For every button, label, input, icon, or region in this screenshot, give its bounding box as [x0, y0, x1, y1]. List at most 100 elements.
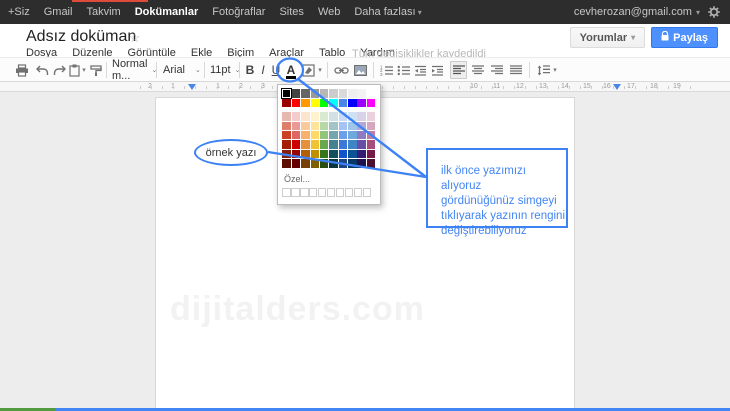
color-swatch[interactable]	[311, 122, 320, 131]
color-swatch[interactable]	[339, 159, 348, 168]
custom-color-link[interactable]: Özel...	[284, 174, 376, 184]
undo-icon[interactable]	[34, 61, 50, 79]
color-swatch[interactable]	[329, 150, 338, 159]
document-title[interactable]: Adsız doküman	[26, 28, 136, 46]
color-swatch[interactable]	[311, 159, 320, 168]
topbar-item[interactable]: Dokümanlar	[135, 6, 199, 18]
color-swatch[interactable]	[367, 99, 376, 108]
color-swatch[interactable]	[320, 99, 329, 108]
color-swatch[interactable]	[282, 131, 291, 140]
color-swatch[interactable]	[292, 131, 301, 140]
color-swatch[interactable]	[311, 99, 320, 108]
color-swatch[interactable]	[329, 89, 338, 98]
custom-color-slot[interactable]	[309, 188, 317, 197]
color-swatch[interactable]	[348, 131, 357, 140]
settings-gear-icon[interactable]	[704, 3, 724, 21]
insert-link-icon[interactable]	[332, 61, 350, 79]
color-swatch[interactable]	[292, 140, 301, 149]
bulleted-list-icon[interactable]	[395, 61, 411, 79]
color-swatch[interactable]	[320, 89, 329, 98]
color-swatch[interactable]	[320, 112, 329, 121]
styles-dropdown[interactable]: Normal m...⌄	[112, 61, 154, 79]
italic-button[interactable]: I	[258, 61, 268, 79]
color-swatch[interactable]	[301, 150, 310, 159]
topbar-item[interactable]: Daha fazlası ▾	[354, 6, 421, 18]
color-swatch[interactable]	[357, 159, 366, 168]
color-swatch[interactable]	[348, 150, 357, 159]
color-swatch[interactable]	[348, 89, 357, 98]
color-swatch[interactable]	[329, 112, 338, 121]
decrease-indent-icon[interactable]	[412, 61, 428, 79]
topbar-item[interactable]: Sites	[279, 6, 303, 18]
color-swatch[interactable]	[348, 112, 357, 121]
font-size-dropdown[interactable]: 11pt⌄	[210, 61, 236, 79]
align-left-button[interactable]	[450, 61, 467, 79]
color-swatch[interactable]	[329, 122, 338, 131]
numbered-list-icon[interactable]: 123	[378, 61, 394, 79]
spacing-caret-icon[interactable]: ▾	[551, 61, 559, 79]
color-swatch[interactable]	[301, 122, 310, 131]
custom-color-slot[interactable]	[300, 188, 308, 197]
color-swatch[interactable]	[367, 89, 376, 98]
color-swatch[interactable]	[339, 122, 348, 131]
color-swatch[interactable]	[282, 159, 291, 168]
color-swatch[interactable]	[301, 140, 310, 149]
account-email[interactable]: cevherozan@gmail.com	[574, 6, 692, 18]
color-swatch[interactable]	[301, 159, 310, 168]
custom-color-slot[interactable]	[291, 188, 299, 197]
color-swatch[interactable]	[348, 159, 357, 168]
right-margin-marker[interactable]	[613, 84, 621, 90]
color-swatch[interactable]	[348, 122, 357, 131]
color-swatch[interactable]	[329, 140, 338, 149]
color-swatch[interactable]	[357, 150, 366, 159]
color-swatch[interactable]	[367, 140, 376, 149]
color-swatch[interactable]	[348, 99, 357, 108]
color-swatch[interactable]	[348, 140, 357, 149]
color-swatch[interactable]	[339, 140, 348, 149]
color-swatch[interactable]	[292, 122, 301, 131]
color-swatch[interactable]	[357, 112, 366, 121]
color-swatch[interactable]	[329, 99, 338, 108]
color-swatch[interactable]	[301, 89, 310, 98]
color-swatch[interactable]	[282, 99, 291, 108]
color-swatch[interactable]	[282, 112, 291, 121]
custom-color-slot[interactable]	[336, 188, 344, 197]
topbar-item[interactable]: Gmail	[44, 6, 73, 18]
star-icon[interactable]: ☆	[129, 30, 141, 46]
color-swatch[interactable]	[320, 150, 329, 159]
color-swatch[interactable]	[311, 112, 320, 121]
color-swatch[interactable]	[311, 140, 320, 149]
increase-indent-icon[interactable]	[429, 61, 445, 79]
custom-color-slot[interactable]	[318, 188, 326, 197]
font-dropdown[interactable]: Arial⌄	[163, 61, 199, 79]
color-swatch[interactable]	[292, 89, 301, 98]
color-swatch[interactable]	[339, 89, 348, 98]
color-swatch[interactable]	[301, 112, 310, 121]
custom-color-slot[interactable]	[354, 188, 362, 197]
align-right-button[interactable]	[488, 61, 505, 79]
color-swatch[interactable]	[301, 99, 310, 108]
highlight-color-icon[interactable]	[300, 61, 316, 79]
custom-color-slot[interactable]	[327, 188, 335, 197]
color-swatch[interactable]	[367, 112, 376, 121]
color-swatch[interactable]	[320, 122, 329, 131]
color-swatch[interactable]	[282, 150, 291, 159]
highlight-caret-icon[interactable]: ▾	[316, 61, 324, 79]
web-clipboard-icon[interactable]	[67, 61, 81, 79]
underline-button[interactable]: U	[270, 61, 282, 79]
justify-button[interactable]	[507, 61, 524, 79]
color-swatch[interactable]	[367, 150, 376, 159]
color-swatch[interactable]	[357, 89, 366, 98]
color-swatch[interactable]	[320, 159, 329, 168]
color-swatch[interactable]	[329, 159, 338, 168]
redo-icon[interactable]	[51, 61, 67, 79]
color-swatch[interactable]	[339, 99, 348, 108]
color-swatch[interactable]	[357, 131, 366, 140]
color-swatch[interactable]	[311, 131, 320, 140]
color-swatch[interactable]	[292, 99, 301, 108]
color-swatch[interactable]	[339, 112, 348, 121]
color-swatch[interactable]	[292, 159, 301, 168]
color-swatch[interactable]	[311, 150, 320, 159]
print-icon[interactable]	[13, 61, 31, 79]
color-swatch[interactable]	[357, 122, 366, 131]
